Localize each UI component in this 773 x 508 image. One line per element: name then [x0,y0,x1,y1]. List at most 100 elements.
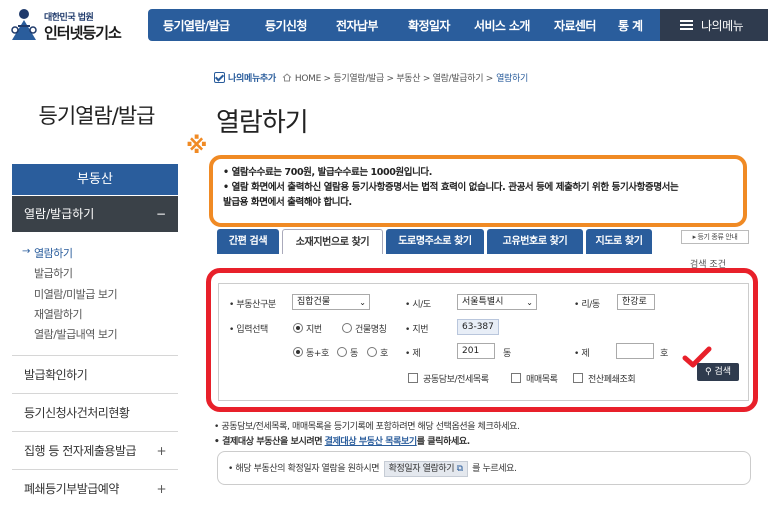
checkbox-icon [214,72,225,83]
sidebar-item-label: 폐쇄등기부발급예약 [24,482,119,496]
collapse-icon: − [155,207,166,221]
my-menu-button[interactable]: 나의메뉴 [660,9,768,41]
jibun-input[interactable]: 63-387 [457,319,499,335]
radio-dong-label: 동 [350,349,358,359]
radio-ho-label: 호 [380,349,388,359]
logo-title: 인터넷등기소 [44,24,122,42]
info-suffix: 를 누르세요. [472,464,517,474]
home-icon [282,73,292,82]
external-link-icon: ⧉ [456,464,463,474]
expand-icon: + [156,444,166,458]
dong-unit: 동 [503,349,511,359]
property-type-value: 집합건물 [297,297,331,307]
checkbox-trade-list-label: 매매목록 [526,375,558,385]
payment-note: • 결제대상 부동산을 보시려면 결제대상 부동산 목록보기를 클릭하세요. [214,434,470,447]
search-button-label: 검색 [714,367,732,377]
payment-note-suffix: 를 클릭하세요. [416,437,470,447]
ho-unit: 호 [660,349,668,359]
sidebar-link-view[interactable]: 열람하기 [34,245,73,261]
ho-number-input[interactable] [616,343,654,359]
checkbox-joint-collateral[interactable] [408,373,418,383]
breadcrumb: 나의메뉴추가 HOME > 등기열람/발급 > 부동산 > 열람/발급하기 > … [214,71,528,84]
tab-lot-number[interactable]: 소재지번으로 찾기 [282,229,383,254]
page-title: 열람하기 [216,108,309,138]
option-note: • 공동담보/전세목록, 매매목록을 등기기록에 포함하려면 해당 선택옵션을 … [214,422,520,432]
radio-dong-ho[interactable] [293,347,303,357]
nav-registry-view[interactable]: 등기열람/발급 [163,17,230,34]
nav-statistics[interactable]: 통 계 [618,17,643,34]
fee-notice-box: • 열람수수료는 700원, 발급수수료는 1000원입니다. • 열람 화면에… [209,155,747,227]
my-menu-label: 나의메뉴 [701,18,744,33]
checkbox-trade-list[interactable] [511,373,521,383]
sidebar-item-label: 집행 등 전자제출용발급 [24,444,137,458]
sidebar-view-issue-label: 열람/발급하기 [24,207,95,221]
sidebar-link-issue[interactable]: 발급하기 [34,265,73,281]
sido-select[interactable]: 서울특별시 ⌄ [457,294,537,310]
expand-icon: + [156,482,166,496]
dong-number-label: • 제 [405,349,421,359]
sidebar-item-closed-reserve[interactable]: 폐쇄등기부발급예약 + [12,469,178,507]
sidebar-view-issue[interactable]: 열람/발급하기 − [12,196,178,232]
arrow-right-icon: → [22,246,31,257]
sido-value: 서울특별시 [462,297,504,307]
radio-jibun-label: 지번 [306,325,322,335]
search-icon: ⚲ [704,367,712,377]
notice-line: • 열람수수료는 700원, 발급수수료는 1000원입니다. [223,167,432,178]
search-button[interactable]: ⚲ 검색 [697,363,739,381]
chevron-down-icon: ⌄ [526,298,533,307]
checkbox-closed-search[interactable] [573,373,583,383]
payment-list-link[interactable]: 결제대상 부동산 목록보기 [325,437,418,447]
sidebar-link-history[interactable]: 열람/발급내역 보기 [34,326,118,342]
sidebar-item-case-status[interactable]: 등기신청사건처리현황 [12,393,178,431]
jibun-label: • 지번 [405,325,429,335]
fixed-date-view-button[interactable]: 확정일자 열람하기 ⧉ [383,461,468,477]
sidebar-link-review[interactable]: 재열람하기 [34,306,83,322]
radio-building-name-label: 건물명칭 [355,325,387,335]
tab-simple-search[interactable]: 간편 검색 [217,229,279,254]
ri-dong-input[interactable]: 한강로 [617,294,655,310]
radio-building-name[interactable] [342,323,352,333]
nav-service-intro[interactable]: 서비스 소개 [474,17,530,34]
radio-ho[interactable] [367,347,377,357]
radio-dong-ho-label: 동+호 [306,349,329,359]
add-my-menu-link[interactable]: 나의메뉴추가 [228,71,276,84]
tab-map[interactable]: 지도로 찾기 [586,229,652,254]
property-type-select[interactable]: 집합건물 ⌄ [292,294,370,310]
registry-kind-guide-button[interactable]: ▸ 등기 종류 안내 [681,230,749,244]
sidebar-item-e-submit[interactable]: 집행 등 전자제출용발급 + [12,431,178,469]
breadcrumb-path: HOME > 등기열람/발급 > 부동산 > 열람/발급하기 > [294,74,494,84]
site-logo[interactable]: 대한민국 법원 인터넷등기소 [6,4,146,44]
sidebar-title: 등기열람/발급 [38,104,156,128]
search-form: • 부동산구분 집합건물 ⌄ • 시/도 서울특별시 ⌄ • 리/동 한강로 • 입… [218,283,749,401]
reference-mark: ※ [186,134,208,159]
sidebar-real-estate[interactable]: 부동산 [12,164,178,195]
sidebar-item-issue-confirm[interactable]: 발급확인하기 [12,355,178,393]
tab-road-address[interactable]: 도로명주소로 찾기 [386,229,484,254]
nav-e-payment[interactable]: 전자납부 [336,17,378,34]
notice-line: • 열람 화면에서 출력하신 열람용 등기사항증명서는 법적 효력이 없습니다.… [223,182,679,193]
sidebar-item-label: 발급확인하기 [24,368,88,382]
ri-dong-label: • 리/동 [574,300,600,310]
tab-unique-number[interactable]: 고유번호로 찾기 [487,229,583,254]
sido-label: • 시/도 [405,300,431,310]
sidebar-link-unviewed[interactable]: 미열람/미발급 보기 [34,286,118,302]
global-nav: 등기열람/발급 등기신청 전자납부 확정일자 서비스 소개 자료센터 통 계 [148,9,660,41]
nav-resource-center[interactable]: 자료센터 [554,17,596,34]
radio-dong[interactable] [337,347,347,357]
info-prefix: • 해당 부동산의 확정일자 열람을 원하시면 [228,464,380,474]
checkbox-closed-search-label: 전산폐쇄조회 [588,375,636,385]
radio-jibun[interactable] [293,323,303,333]
court-emblem-icon [11,9,37,40]
chevron-down-icon: ⌄ [359,298,366,307]
notice-line: 발급용 화면에서 출력해야 합니다. [223,197,352,208]
property-type-label: • 부동산구분 [229,300,276,310]
payment-note-prefix: • 결제대상 부동산을 보시려면 [214,437,323,447]
nav-fixed-date[interactable]: 확정일자 [408,17,450,34]
breadcrumb-current: 열람하기 [496,74,528,84]
dong-number-input[interactable]: 201 [457,343,495,359]
hamburger-icon [680,18,693,32]
fixed-date-info-box: • 해당 부동산의 확정일자 열람을 원하시면 확정일자 열람하기 ⧉ 를 누르… [217,451,751,485]
fixed-date-view-label: 확정일자 열람하기 [388,464,455,474]
nav-registry-apply[interactable]: 등기신청 [265,17,307,34]
checkbox-joint-collateral-label: 공동담보/전세목록 [423,375,489,385]
